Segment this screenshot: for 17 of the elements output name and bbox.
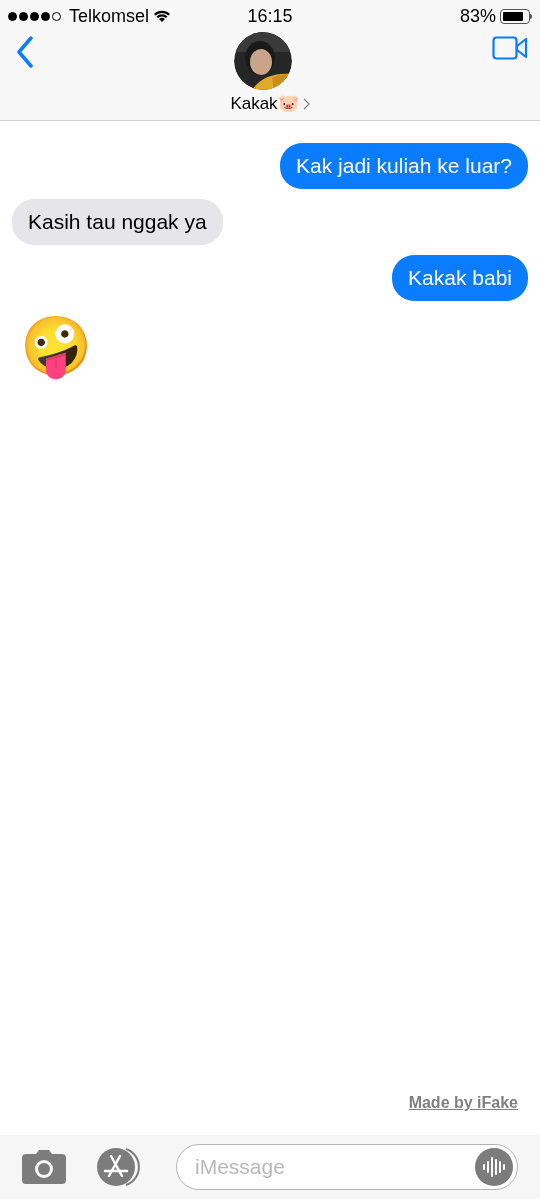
clock: 16:15 — [247, 4, 293, 28]
message-input[interactable]: iMessage — [176, 1144, 518, 1190]
battery-percentage: 83% — [459, 4, 496, 28]
carrier-name: Telkomsel — [69, 4, 150, 28]
message-bubble: Kak jadi kuliah ke luar? — [280, 143, 528, 189]
contact-name-button[interactable]: Kakak🐷 — [230, 88, 310, 120]
message-bubble: Kasih tau nggak ya — [12, 199, 223, 245]
camera-icon[interactable] — [22, 1150, 66, 1184]
chevron-right-icon — [302, 98, 310, 110]
emoji: 🤪 — [20, 312, 92, 381]
wifi-icon — [153, 9, 172, 23]
battery-icon — [500, 8, 532, 24]
made-by-link[interactable]: Made by iFake — [408, 1091, 518, 1115]
back-button[interactable] — [16, 36, 34, 68]
message-bubble: Kakak babi — [392, 255, 528, 301]
video-call-button[interactable] — [492, 36, 528, 60]
audio-waveform-icon[interactable] — [475, 1148, 513, 1186]
